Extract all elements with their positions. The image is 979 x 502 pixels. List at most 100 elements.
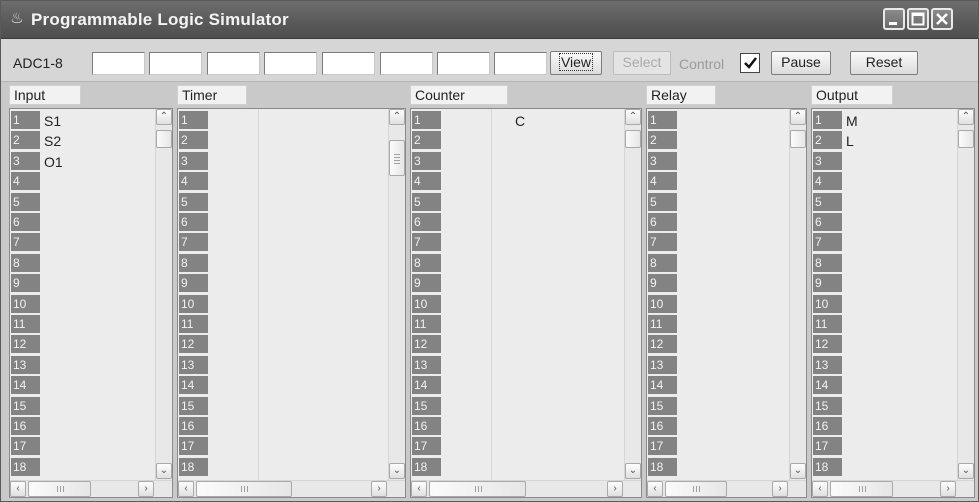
list-item[interactable]: 9 xyxy=(178,274,388,293)
list-item[interactable]: 17 xyxy=(647,437,789,456)
list-item[interactable]: 7 xyxy=(10,233,155,252)
list-item[interactable]: 3 O1 xyxy=(10,151,155,171)
scroll-down-icon[interactable]: ⌄ xyxy=(790,463,806,479)
list-item[interactable]: 4 xyxy=(178,172,388,191)
list-item[interactable]: 5 xyxy=(178,192,388,212)
horizontal-scrollbar[interactable]: ‹ › xyxy=(178,480,405,497)
list-item[interactable]: 3 xyxy=(812,151,957,171)
scroll-thumb[interactable] xyxy=(790,130,806,148)
output-list[interactable]: 1 M 2 L 3 4 5 6 7 8 9 10 11 12 13 14 15 16 17 18 ⌃ ⌄ ‹ › xyxy=(811,108,975,498)
scroll-thumb[interactable] xyxy=(389,140,405,176)
close-button[interactable] xyxy=(931,8,953,30)
counter-list[interactable]: 1 C 2 3 4 5 6 7 8 9 10 11 12 13 14 15 16 17 18 ⌃ ⌄ ‹ › xyxy=(410,108,642,498)
scroll-thumb[interactable] xyxy=(625,130,641,148)
scroll-right-icon[interactable]: › xyxy=(138,481,154,497)
scroll-down-icon[interactable]: ⌄ xyxy=(156,463,172,479)
list-item[interactable]: 8 xyxy=(178,253,388,273)
scroll-up-icon[interactable]: ⌃ xyxy=(156,109,172,125)
list-item[interactable]: 11 xyxy=(178,315,388,334)
list-item[interactable]: 14 xyxy=(812,376,957,395)
list-item[interactable]: 15 xyxy=(647,396,789,416)
adc-field-7[interactable] xyxy=(437,52,490,75)
horizontal-scrollbar[interactable]: ‹ › xyxy=(10,480,172,497)
list-item[interactable]: 4 xyxy=(812,172,957,191)
list-item[interactable]: 14 xyxy=(411,376,624,395)
list-item[interactable]: 5 xyxy=(812,192,957,212)
list-item[interactable]: 16 xyxy=(647,417,789,436)
vertical-scrollbar[interactable]: ⌃ ⌄ xyxy=(789,109,806,480)
list-item[interactable]: 12 xyxy=(10,335,155,354)
list-item[interactable]: 1C xyxy=(411,111,624,130)
control-checkbox[interactable] xyxy=(740,53,760,73)
list-item[interactable]: 18 xyxy=(647,457,789,477)
adc-field-5[interactable] xyxy=(322,52,375,75)
horizontal-scrollbar[interactable]: ‹ › xyxy=(812,480,974,497)
list-item[interactable]: 14 xyxy=(647,376,789,395)
list-item[interactable]: 17 xyxy=(10,437,155,456)
vertical-scrollbar[interactable]: ⌃ ⌄ xyxy=(624,109,641,480)
scroll-left-icon[interactable]: ‹ xyxy=(812,481,828,497)
scroll-thumb[interactable] xyxy=(958,130,974,148)
scroll-up-icon[interactable]: ⌃ xyxy=(958,109,974,125)
relay-list[interactable]: 1 2 3 4 5 6 7 8 9 10 11 12 13 14 15 16 17 18 ⌃ ⌄ ‹ › xyxy=(646,108,807,498)
scroll-up-icon[interactable]: ⌃ xyxy=(790,109,806,125)
list-item[interactable]: 18 xyxy=(178,457,388,477)
minimize-button[interactable] xyxy=(883,8,905,30)
list-item[interactable]: 11 xyxy=(647,315,789,334)
list-item[interactable]: 10 xyxy=(411,294,624,314)
list-item[interactable]: 4 xyxy=(411,172,624,191)
list-item[interactable]: 7 xyxy=(178,233,388,252)
list-item[interactable]: 1 xyxy=(647,111,789,130)
list-item[interactable]: 8 xyxy=(411,253,624,273)
list-item[interactable]: 12 xyxy=(411,335,624,354)
list-item[interactable]: 5 xyxy=(411,192,624,212)
list-item[interactable]: 16 xyxy=(178,417,388,436)
list-item[interactable]: 4 xyxy=(10,172,155,191)
list-item[interactable]: 6 xyxy=(411,213,624,232)
list-item[interactable]: 1 xyxy=(178,111,388,130)
list-item[interactable]: 6 xyxy=(647,213,789,232)
adc-field-3[interactable] xyxy=(207,52,260,75)
list-item[interactable]: 12 xyxy=(647,335,789,354)
list-item[interactable]: 2 xyxy=(178,131,388,150)
maximize-button[interactable] xyxy=(907,8,929,30)
list-item[interactable]: 15 xyxy=(10,396,155,416)
adc-field-6[interactable] xyxy=(380,52,433,75)
list-item[interactable]: 6 xyxy=(10,213,155,232)
list-item[interactable]: 2 xyxy=(647,131,789,150)
scroll-left-icon[interactable]: ‹ xyxy=(647,481,663,497)
scroll-right-icon[interactable]: › xyxy=(772,481,788,497)
scroll-right-icon[interactable]: › xyxy=(607,481,623,497)
list-item[interactable]: 1 S1 xyxy=(10,111,155,130)
list-item[interactable]: 8 xyxy=(812,253,957,273)
list-item[interactable]: 16 xyxy=(411,417,624,436)
list-item[interactable]: 14 xyxy=(178,376,388,395)
list-item[interactable]: 9 xyxy=(812,274,957,293)
scroll-right-icon[interactable]: › xyxy=(371,481,387,497)
list-item[interactable]: 7 xyxy=(812,233,957,252)
list-item[interactable]: 13 xyxy=(647,355,789,375)
list-item[interactable]: 9 xyxy=(647,274,789,293)
list-item[interactable]: 7 xyxy=(647,233,789,252)
list-item[interactable]: 6 xyxy=(812,213,957,232)
list-item[interactable]: 3 xyxy=(178,151,388,171)
vertical-scrollbar[interactable]: ⌃ ⌄ xyxy=(957,109,974,480)
list-item[interactable]: 15 xyxy=(411,396,624,416)
scroll-left-icon[interactable]: ‹ xyxy=(178,481,194,497)
list-item[interactable]: 11 xyxy=(411,315,624,334)
list-item[interactable]: 18 xyxy=(411,457,624,477)
scroll-down-icon[interactable]: ⌄ xyxy=(625,463,641,479)
scroll-down-icon[interactable]: ⌄ xyxy=(389,463,405,479)
list-item[interactable]: 18 xyxy=(10,457,155,477)
list-item[interactable]: 16 xyxy=(812,417,957,436)
horizontal-scrollbar[interactable]: ‹ › xyxy=(647,480,806,497)
list-item[interactable]: 13 xyxy=(812,355,957,375)
adc-field-4[interactable] xyxy=(264,52,317,75)
list-item[interactable]: 9 xyxy=(411,274,624,293)
list-item[interactable]: 17 xyxy=(812,437,957,456)
scroll-down-icon[interactable]: ⌄ xyxy=(958,463,974,479)
list-item[interactable]: 15 xyxy=(812,396,957,416)
list-item[interactable]: 8 xyxy=(10,253,155,273)
list-item[interactable]: 3 xyxy=(411,151,624,171)
adc-field-2[interactable] xyxy=(149,52,202,75)
